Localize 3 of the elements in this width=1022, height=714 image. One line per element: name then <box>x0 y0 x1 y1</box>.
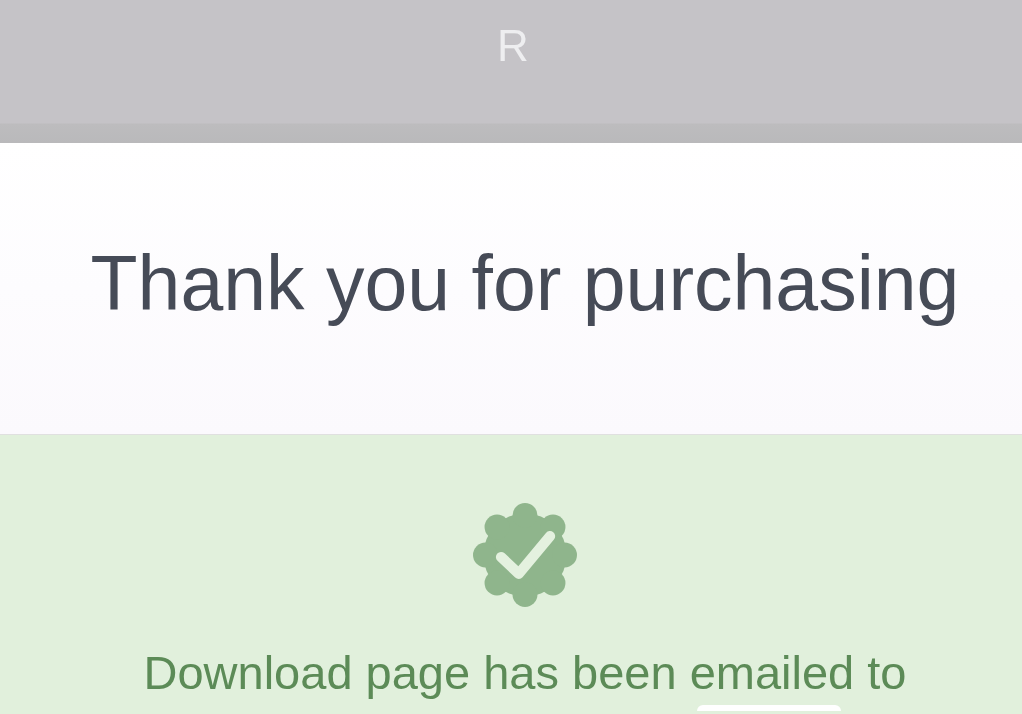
heading: Thank you for purchasing <box>90 239 960 328</box>
confirmation-message: Download page has been emailed to <box>143 645 907 701</box>
check-badge-icon <box>473 503 577 607</box>
